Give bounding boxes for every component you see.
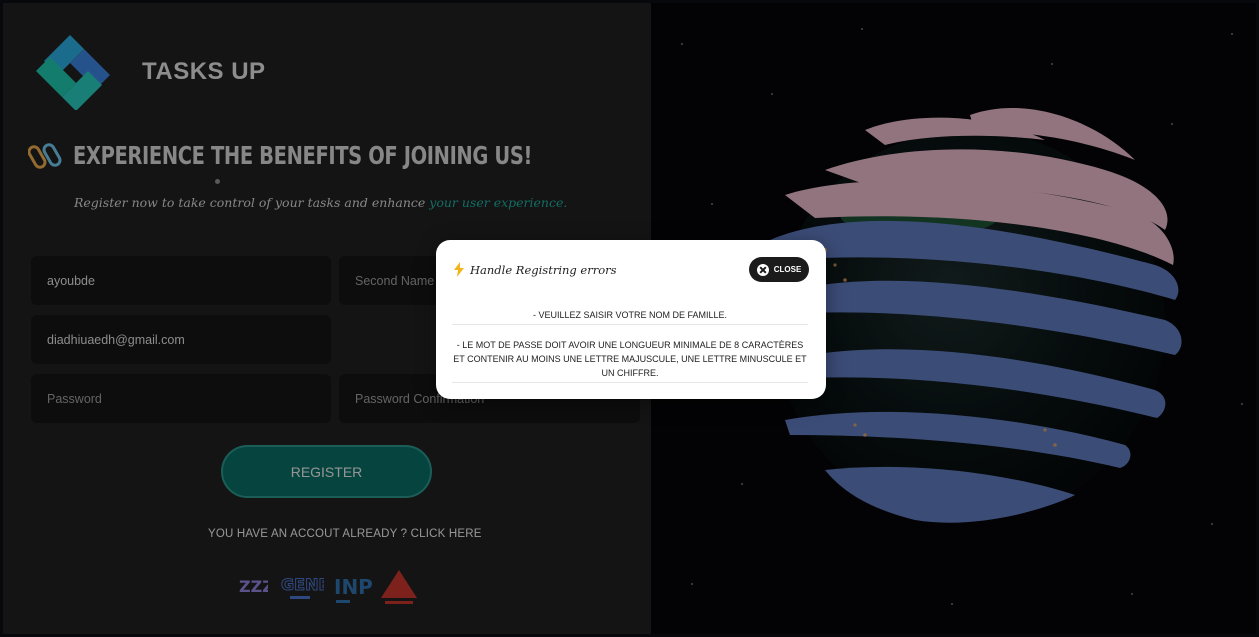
error-message: - VEUILLEZ SAISIR VOTRE NOM DE FAMILLE. — [452, 307, 808, 325]
lightning-icon — [454, 262, 464, 277]
error-message: - LE MOT DE PASSE DOIT AVOIR UNE LONGUEU… — [452, 337, 808, 383]
error-list: - VEUILLEZ SAISIR VOTRE NOM DE FAMILLE. … — [452, 307, 808, 383]
close-icon — [756, 263, 769, 276]
page: TASKS UP EXPERIENCE THE BENEFITS OF JOIN… — [0, 0, 1259, 637]
modal-title: Handle Registring errors — [470, 263, 617, 277]
close-button[interactable]: CLOSE — [749, 257, 809, 282]
error-modal: Handle Registring errors CLOSE - VEUILLE… — [436, 240, 826, 399]
close-label: CLOSE — [773, 265, 802, 274]
